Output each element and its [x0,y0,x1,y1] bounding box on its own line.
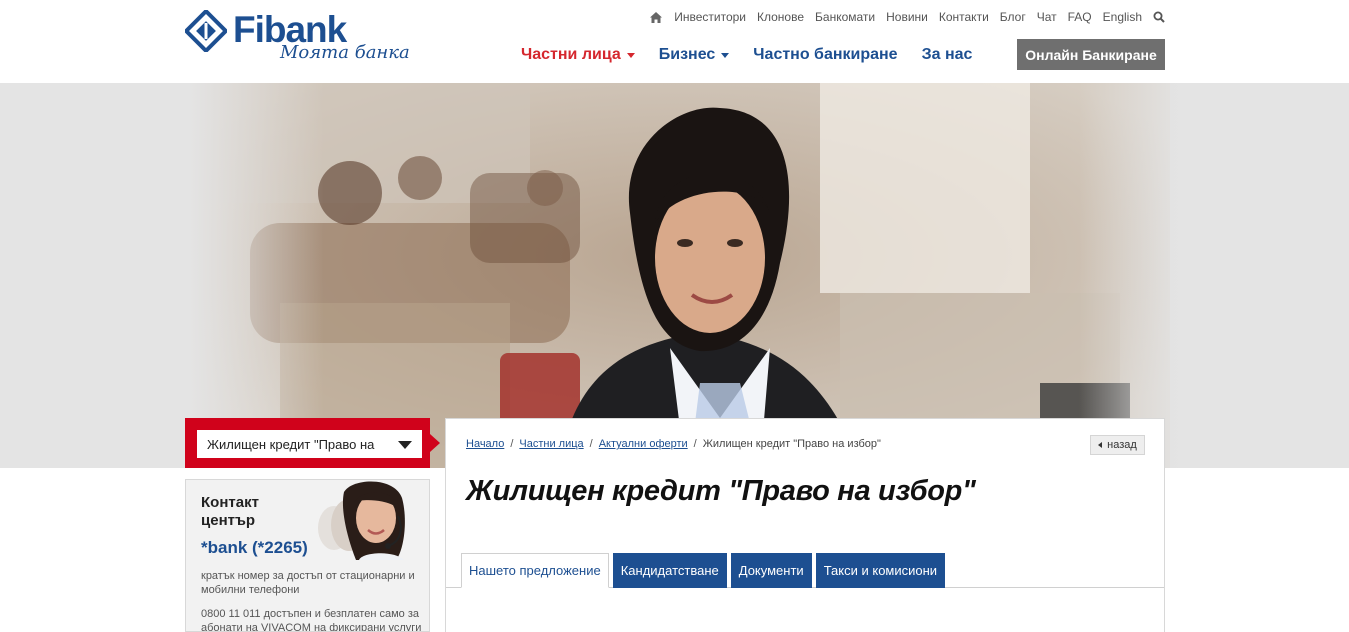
contact-center-title: Контакт център [201,494,259,529]
breadcrumb-private-individuals[interactable]: Частни лица [519,438,583,450]
back-button[interactable]: назад [1090,435,1145,455]
breadcrumb: Начало / Частни лица / Актуални оферти /… [466,438,881,450]
nav-about-us[interactable]: За нас [922,46,973,64]
breadcrumb-separator: / [693,438,697,450]
breadcrumb-home[interactable]: Начало [466,438,504,450]
fibank-logo-icon [185,10,227,52]
contact-center-note-short-number: кратък номер за достъп от стационарни и … [201,570,415,596]
content-panel: Начало / Частни лица / Актуални оферти /… [445,418,1165,632]
fibank-logo[interactable]: Fibank Моята банка [185,8,425,68]
tabs: Нашето предложение Кандидатстване Докуме… [461,553,949,588]
top-link-news[interactable]: Новини [886,10,928,24]
top-link-investors[interactable]: Инвеститори [674,10,746,24]
breadcrumb-current: Жилищен кредит "Право на избор" [702,438,881,450]
online-banking-button[interactable]: Онлайн Банкиране [1017,39,1165,70]
nav-private-label: Частни лица [521,46,621,63]
brand-slogan: Моята банка [280,42,410,63]
top-links: Инвеститори Клонове Банкомати Новини Кон… [649,9,1165,25]
nav-private-individuals[interactable]: Частни лица [521,46,635,64]
select-pointer-arrow [430,434,440,452]
tab-our-offer[interactable]: Нашето предложение [461,553,609,588]
breadcrumb-current-offers[interactable]: Актуални оферти [599,438,688,450]
page-title: Жилищен кредит "Право на избор" [466,475,976,507]
chevron-down-icon [398,441,412,449]
breadcrumb-separator: / [510,438,514,450]
hero-banner [0,83,1349,468]
chevron-down-icon [721,52,730,58]
home-icon[interactable] [649,11,663,24]
top-link-atms[interactable]: Банкомати [815,10,875,24]
nav-private-banking[interactable]: Частно банкиране [753,46,897,64]
top-link-blog[interactable]: Блог [1000,10,1026,24]
site-header: Fibank Моята банка Инвеститори Клонове Б… [0,0,1349,83]
tab-application[interactable]: Кандидатстване [612,553,727,588]
breadcrumb-separator: / [589,438,593,450]
top-link-faq[interactable]: FAQ [1068,10,1092,24]
tab-fees-commissions[interactable]: Такси и комисиони [815,553,946,588]
tab-documents[interactable]: Документи [730,553,812,588]
search-icon[interactable] [1153,11,1165,23]
contact-center-phone[interactable]: *bank (*2265) [201,538,308,558]
product-select[interactable]: Жилищен кредит "Право на [197,430,422,458]
arrow-left-icon [1098,442,1103,448]
hero-photo [0,83,1349,468]
product-select-container: Жилищен кредит "Право на [185,418,430,468]
contact-center-box: Контакт център *bank (*2265) кратък номе… [185,479,430,632]
back-button-label: назад [1107,439,1137,451]
top-link-english[interactable]: English [1103,10,1142,24]
nav-business[interactable]: Бизнес [659,46,730,64]
top-link-contacts[interactable]: Контакти [939,10,989,24]
contact-center-note-free-number: 0800 11 011 достъпен и безплатен само за… [201,608,422,632]
main-nav: Частни лица Бизнес Частно банкиране За н… [521,40,996,70]
top-link-branches[interactable]: Клонове [757,10,804,24]
nav-business-label: Бизнес [658,46,716,63]
call-center-agent-image [304,480,429,560]
top-link-chat[interactable]: Чат [1037,10,1057,24]
chevron-down-icon [626,52,635,58]
product-select-value: Жилищен кредит "Право на [207,436,375,452]
